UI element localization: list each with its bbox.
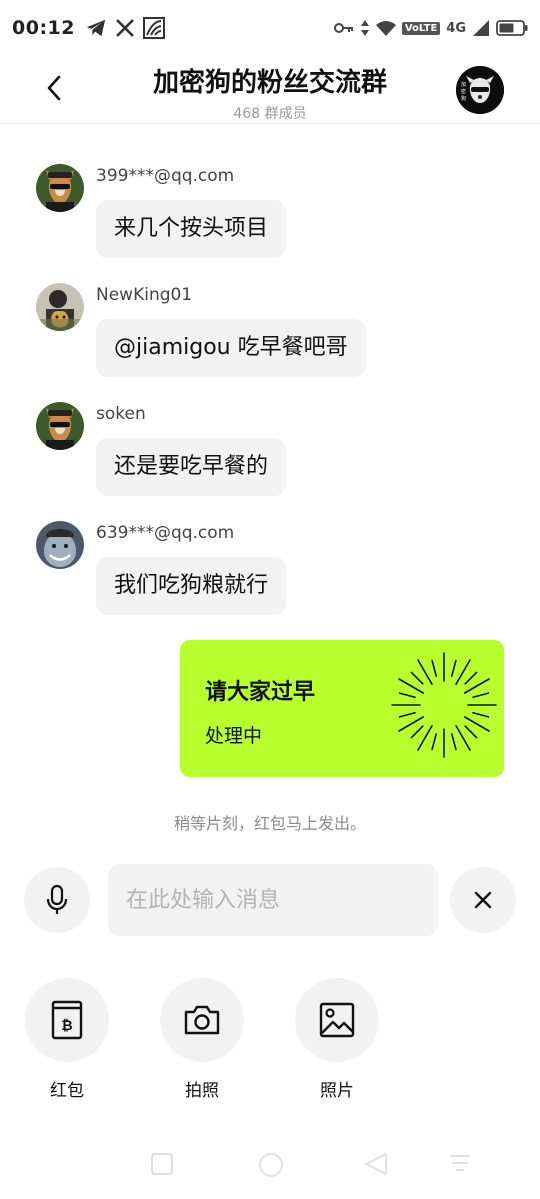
voice-input-button[interactable] [24,867,90,933]
tool-red-packet[interactable]: ₿ 红包 [25,978,109,1101]
close-icon [474,891,492,909]
battery-icon [496,20,528,36]
chat-header: 加密狗的粉丝交流群 468 群成员 加 密 狗 [0,56,540,124]
red-packet-bitcoin-icon: ₿ [51,1000,83,1040]
tool-photo[interactable]: 照片 [295,978,379,1101]
red-packet-status: 处理中 [205,725,263,747]
tool-label: 红包 [50,1081,84,1101]
vpn-key-icon [333,23,353,33]
shiba-avatar-icon [36,164,84,212]
microphone-icon [46,884,68,914]
burst-ray [472,692,490,699]
signal-icon [473,20,489,36]
burst-ray [450,659,457,677]
sender-name: 399***@qq.com [96,166,235,186]
recents-icon[interactable] [150,1152,174,1176]
message-bubble[interactable]: @jiamigou 吃早餐吧哥 [96,319,366,377]
shiba-avatar-icon [36,402,84,450]
tool-camera[interactable]: 拍照 [160,978,244,1101]
home-icon[interactable] [258,1152,284,1178]
svg-text:加: 加 [461,81,466,88]
burst-decoration-icon [391,652,497,758]
tool-label: 照片 [320,1081,354,1101]
svg-text:狗: 狗 [461,95,466,102]
dog-avatar-icon: 加 密 狗 [456,66,504,114]
red-packet-card[interactable]: 请大家过早 处理中 [180,640,504,777]
burst-ray [450,733,457,751]
back-nav-icon[interactable] [364,1152,388,1176]
status-time: 00:12 [12,17,75,39]
burst-ray [464,671,478,685]
burst-ray [472,711,490,718]
message-bubble[interactable]: 我们吃狗粮就行 [96,557,287,615]
message-bubble[interactable]: 还是要吃早餐的 [96,438,287,496]
burst-ray [398,692,416,699]
burst-ray [464,725,478,739]
sender-name: soken [96,404,146,424]
close-panel-button[interactable] [450,867,516,933]
message-bubble[interactable]: 来几个按头项目 [96,200,287,258]
system-nav-bar [0,1148,540,1184]
burst-ray [398,711,416,718]
image-icon [319,1002,355,1038]
telegram-icon [86,19,106,37]
svg-text:₿: ₿ [61,1018,72,1034]
svg-text:密: 密 [461,88,466,95]
sender-name: 639***@qq.com [96,523,235,543]
tool-label: 拍照 [185,1081,219,1101]
camera-icon [184,1005,220,1035]
sender-avatar[interactable] [36,164,84,212]
shark-avatar-icon [36,521,84,569]
wifi-icon [375,21,396,36]
burst-ray [410,671,424,685]
person-with-dog-avatar-icon [36,283,84,331]
network-type: 4G [446,20,466,36]
app-icon [142,17,165,39]
data-arrows-icon [360,20,369,36]
sender-name: NewKing01 [96,285,193,305]
status-bar: 00:12 VoLTE 4G [0,0,540,56]
burst-ray [431,659,438,677]
burst-ray [410,725,424,739]
sender-avatar[interactable] [36,402,84,450]
nav-menu-icon[interactable] [448,1152,472,1176]
volte-badge: VoLTE [401,21,441,35]
member-count: 468 群成员 [233,106,307,122]
message-input[interactable] [108,864,438,936]
sender-avatar[interactable] [36,283,84,331]
burst-ray [431,733,438,751]
group-avatar[interactable]: 加 密 狗 [456,66,504,114]
red-packet-title: 请大家过早 [205,680,316,705]
status-notice: 稍等片刻，红包马上发出。 [173,814,366,833]
x-icon [116,19,134,37]
sender-avatar[interactable] [36,521,84,569]
